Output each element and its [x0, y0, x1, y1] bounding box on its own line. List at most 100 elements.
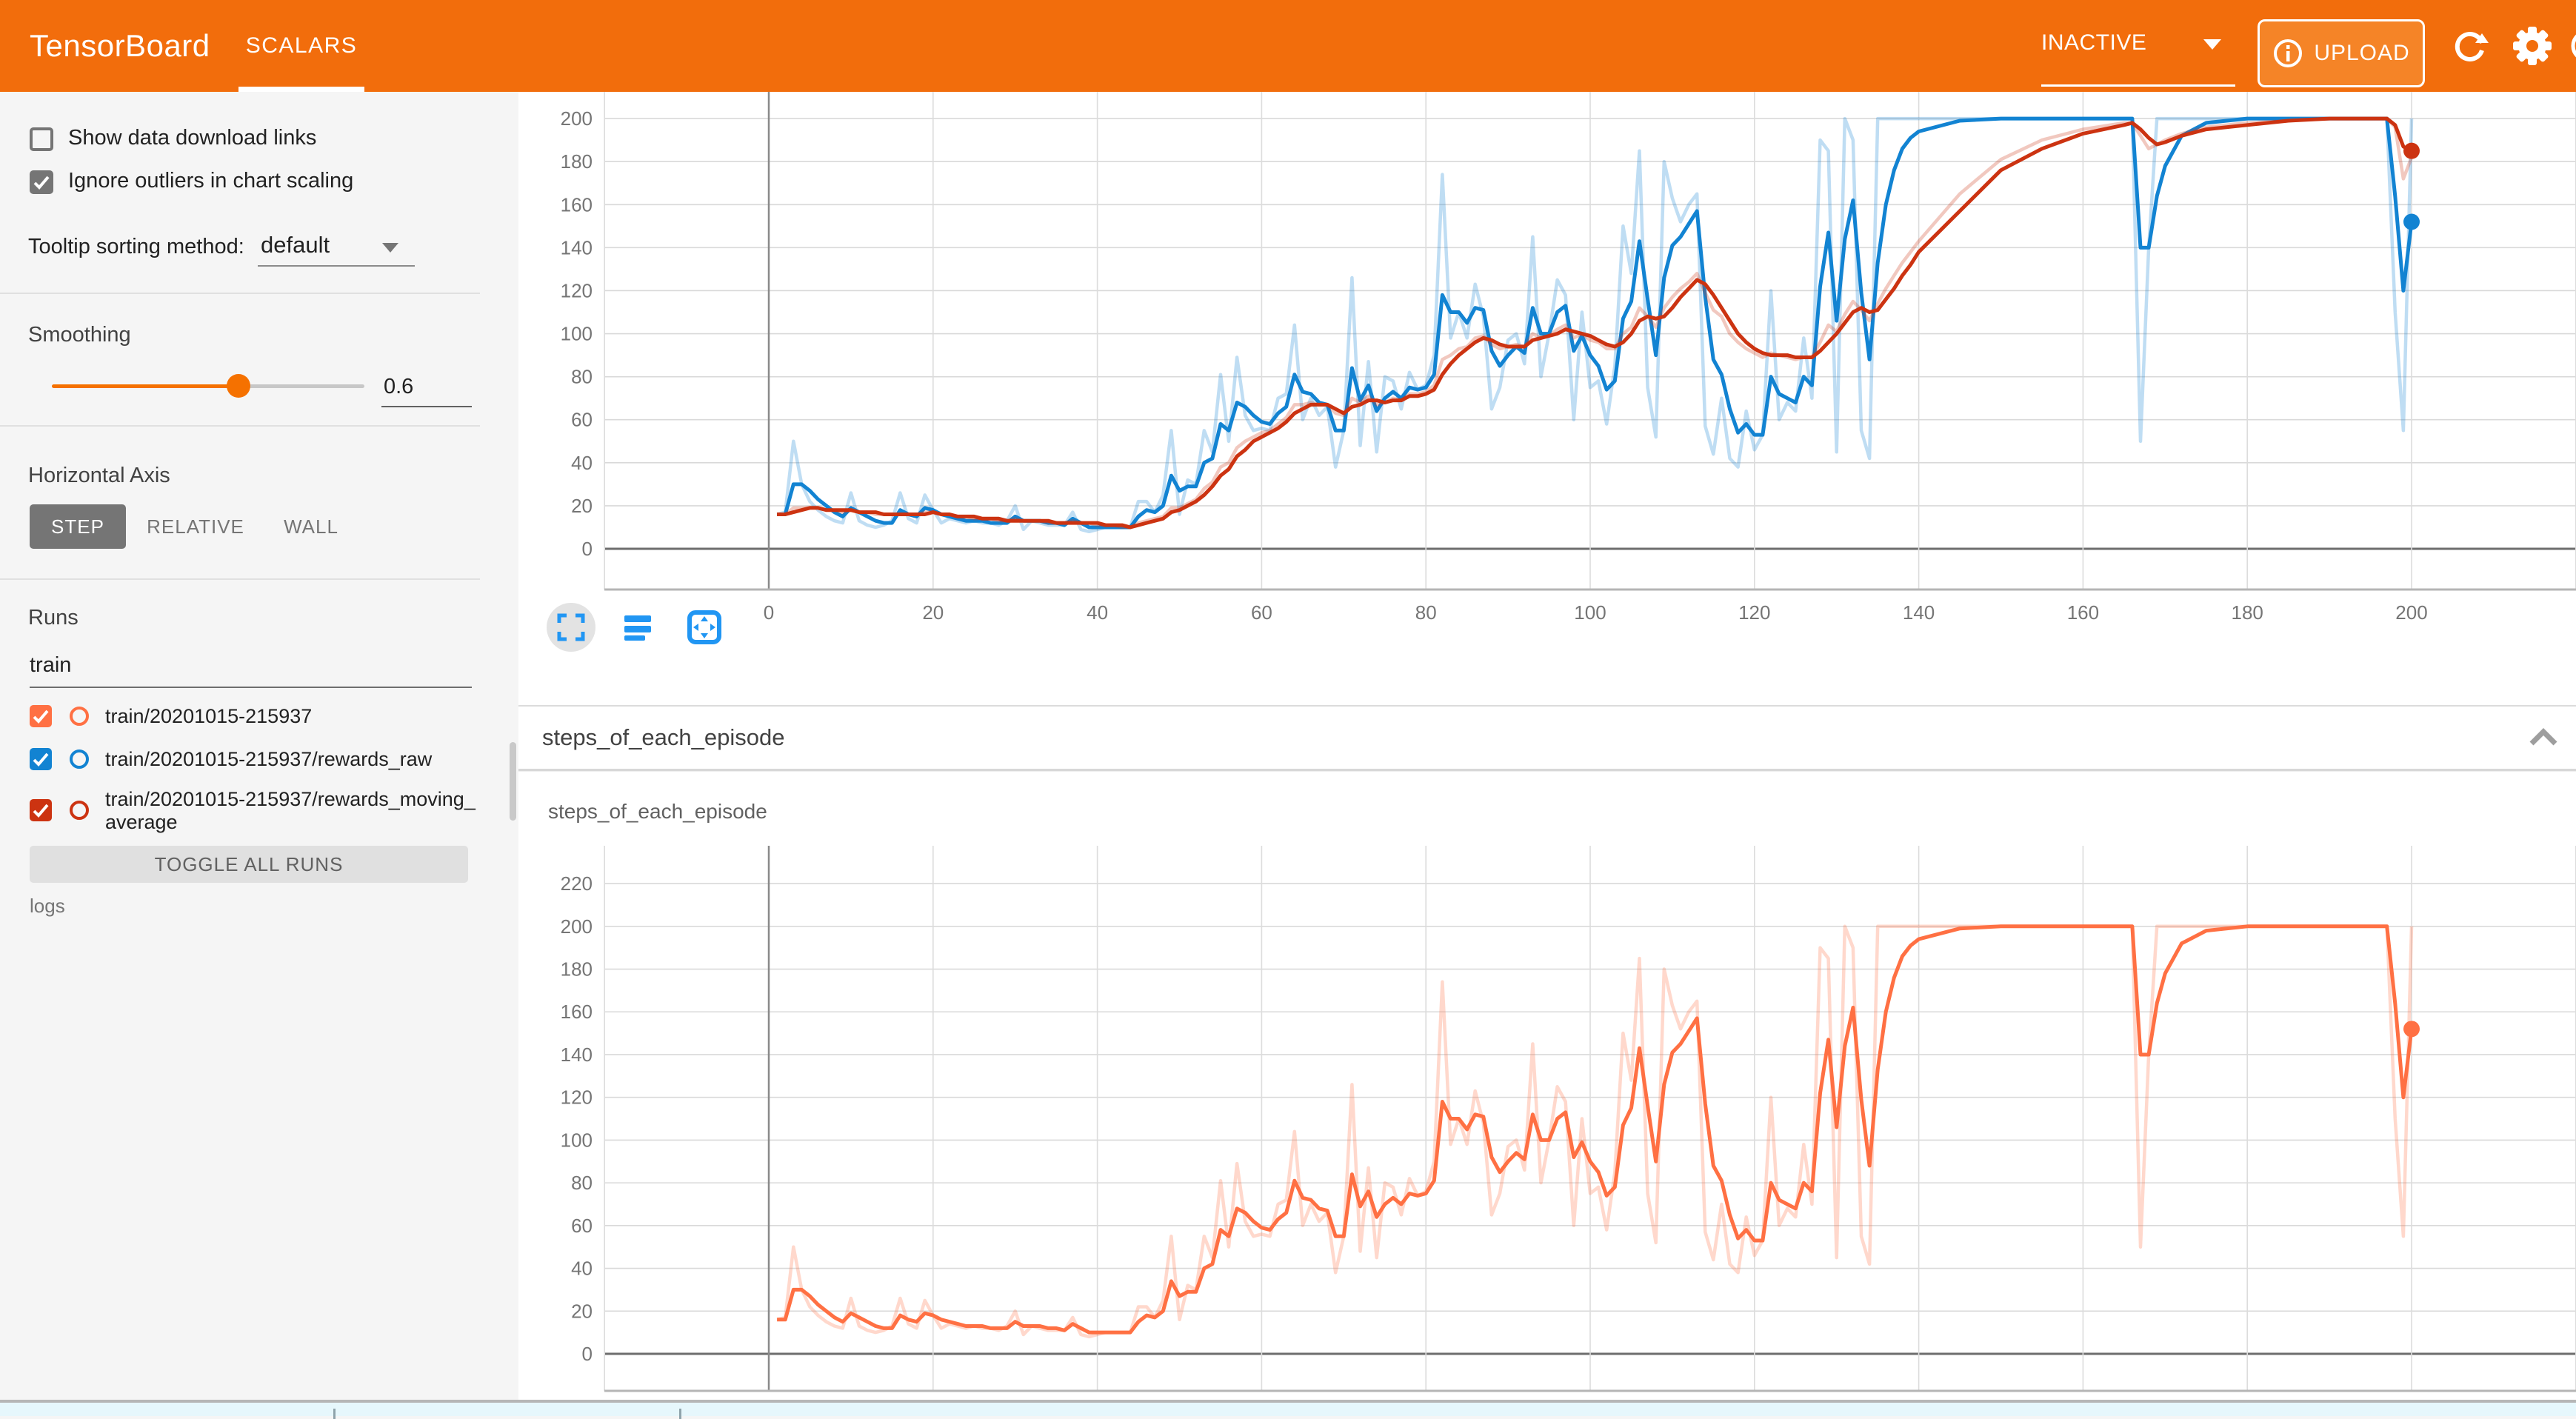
tooltip-sorting-select[interactable]: default [261, 232, 330, 258]
axis-relative-button[interactable]: RELATIVE [151, 504, 240, 549]
divider [0, 425, 480, 427]
x-tick-label: 160 [2067, 601, 2099, 624]
y-tick-label: 40 [571, 452, 593, 474]
help-icon[interactable] [2554, 0, 2576, 92]
smoothing-slider-track-filled[interactable] [52, 384, 238, 388]
settings-sidebar: Show data download links Ignore outliers… [0, 92, 518, 1416]
y-tick-label: 0 [582, 1343, 593, 1365]
y-tick-label: 60 [571, 1215, 593, 1237]
rewards-chart[interactable]: 0204060801001201401601802000204060801001… [518, 92, 2576, 704]
chart-card-steps: steps_of_each_episode 020406080100120140… [518, 772, 2576, 1416]
run-label: train/20201015-215937/rewards_raw [105, 748, 484, 771]
runs-filter-input[interactable]: train [30, 653, 71, 678]
show-download-links-checkbox[interactable] [30, 127, 53, 151]
tab-active-underline [238, 87, 364, 92]
y-tick-label: 40 [571, 1258, 593, 1280]
run-color-ring [70, 749, 89, 769]
y-tick-label: 0 [582, 538, 593, 560]
series-line-raw [777, 926, 2412, 1337]
log-scale-icon[interactable] [613, 603, 662, 652]
tab-scalars[interactable]: SCALARS [238, 0, 364, 92]
sidebar-scrollbar[interactable] [510, 742, 516, 821]
x-tick-label: 200 [2395, 601, 2427, 624]
y-tick-label: 80 [571, 1172, 593, 1194]
run-color-ring [70, 707, 89, 726]
logdir-label: logs [30, 895, 65, 918]
main-content: 0204060801001201401601802000204060801001… [518, 92, 2576, 1416]
y-tick-label: 220 [561, 872, 593, 895]
smoothing-slider-knob[interactable] [227, 374, 250, 398]
strip-tick [333, 1409, 336, 1419]
run-checkbox-rewards-moving-average[interactable] [30, 799, 52, 821]
strip-tick [679, 1409, 681, 1419]
runs-filter-underline [30, 687, 472, 688]
smoothing-label: Smoothing [28, 323, 131, 347]
run-color-ring [70, 801, 89, 820]
status-dropdown-underline [2041, 84, 2235, 87]
chart-card-rewards: 0204060801001201401601802000204060801001… [518, 92, 2576, 707]
app-header: TensorBoard SCALARS INACTIVE UPLOAD [0, 0, 2576, 92]
check-icon [30, 748, 52, 770]
chevron-down-icon [382, 243, 398, 253]
check-icon [30, 705, 52, 727]
divider [0, 293, 480, 294]
x-tick-label: 40 [1087, 601, 1108, 624]
series-line-smoothed [777, 926, 2412, 1332]
x-tick-label: 120 [1738, 601, 1770, 624]
section-title: steps_of_each_episode [542, 707, 784, 769]
run-label: train/20201015-215937 [105, 705, 484, 728]
tooltip-sorting-label: Tooltip sorting method: [28, 235, 244, 259]
y-tick-label: 80 [571, 366, 593, 388]
expand-icon[interactable] [547, 603, 595, 652]
smoothing-value-underline [381, 406, 472, 407]
ignore-outliers-label: Ignore outliers in chart scaling [68, 169, 353, 193]
x-tick-label: 0 [764, 601, 774, 624]
status-dropdown-value: INACTIVE [2041, 0, 2146, 86]
upload-button[interactable]: UPLOAD [2258, 19, 2425, 87]
gear-icon[interactable] [2506, 0, 2558, 92]
smoothing-value-input[interactable]: 0.6 [384, 375, 413, 399]
series-end-dot [2403, 143, 2420, 159]
check-icon [30, 170, 53, 194]
toggle-all-runs-button[interactable]: TOGGLE ALL RUNS [30, 846, 468, 883]
show-download-links-label: Show data download links [68, 126, 316, 150]
run-checkbox-train[interactable] [30, 705, 52, 727]
y-tick-label: 120 [561, 1086, 593, 1109]
ignore-outliers-checkbox[interactable] [30, 170, 53, 194]
series-end-dot [2403, 1021, 2420, 1037]
section-header-steps[interactable]: steps_of_each_episode [518, 707, 2576, 771]
run-checkbox-rewards-raw[interactable] [30, 748, 52, 770]
chart-toolbar [547, 601, 729, 653]
divider [0, 578, 480, 580]
run-label: train/20201015-215937/rewards_moving_ave… [105, 788, 484, 834]
series-line-raw [777, 118, 2412, 527]
smoothing-slider-track[interactable] [238, 384, 364, 388]
y-tick-label: 180 [561, 150, 593, 173]
check-icon [30, 799, 52, 821]
steps-chart[interactable]: 020406080100120140160180200220 [518, 772, 2576, 1416]
fit-data-icon[interactable] [680, 603, 729, 652]
y-tick-label: 100 [561, 323, 593, 345]
tooltip-sorting-underline [258, 265, 415, 267]
series-end-dot [2403, 214, 2420, 230]
axis-wall-button[interactable]: WALL [274, 504, 348, 549]
chevron-up-icon[interactable] [2527, 724, 2560, 751]
y-tick-label: 60 [571, 409, 593, 431]
y-tick-label: 200 [561, 107, 593, 130]
x-tick-label: 180 [2232, 601, 2263, 624]
y-tick-label: 20 [571, 1300, 593, 1322]
refresh-icon[interactable] [2444, 0, 2496, 92]
series-line-raw [777, 118, 2412, 532]
x-tick-label: 100 [1574, 601, 1606, 624]
x-tick-label: 60 [1251, 601, 1272, 624]
x-tick-label: 140 [1903, 601, 1935, 624]
status-dropdown[interactable]: INACTIVE [2041, 0, 2235, 92]
axis-step-button[interactable]: STEP [30, 504, 126, 549]
y-tick-label: 140 [561, 1044, 593, 1066]
series-line-smoothed [777, 118, 2412, 527]
horizontal-axis-label: Horizontal Axis [28, 464, 170, 488]
y-tick-label: 100 [561, 1129, 593, 1151]
upload-button-label: UPLOAD [2314, 41, 2409, 66]
y-tick-label: 20 [571, 495, 593, 517]
x-tick-label: 20 [922, 601, 944, 624]
